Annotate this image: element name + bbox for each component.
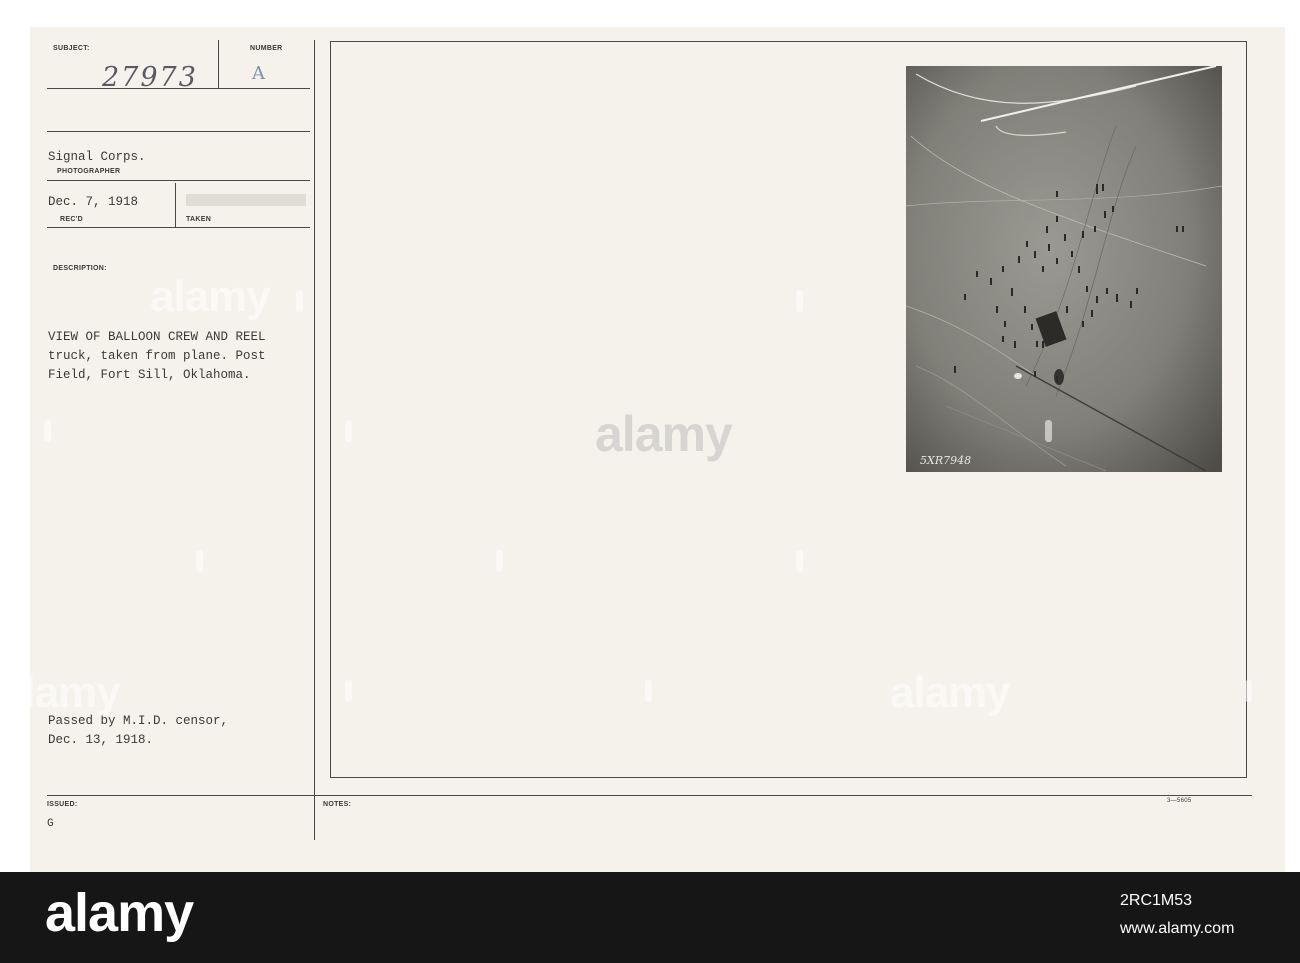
censor-line-2: Dec. 13, 1918. [48,733,154,747]
watermark-mark [796,290,803,312]
issued-label: ISSUED: [47,801,78,808]
photographer-value: Signal Corps. [48,150,146,164]
watermark-mark [796,550,803,572]
watermark-mark [345,420,352,442]
description-line-1: VIEW OF BALLOON CREW AND REEL [48,330,266,344]
notes-label: NOTES: [323,801,352,808]
photographer-label: PHOTOGRAPHER [57,168,121,175]
column-divider [314,40,315,840]
photographer-rule [47,180,310,181]
watermark-logo-bottom-right: alamy [890,668,1011,717]
watermark-mark [196,550,203,572]
footer-site: www.alamy.com [1120,920,1235,937]
watermark-logo-center: alamy [595,406,733,462]
watermark-mark [645,680,652,702]
watermark-mark [1045,420,1052,442]
taken-divider [175,183,176,228]
watermark-mark [296,290,303,312]
footer-image-id: 2RC1M53 [1120,892,1193,909]
issued-value: G [47,818,54,830]
stock-footer-band: alamy 2RC1M53 www.alamy.com [0,872,1300,963]
section-rule [47,131,310,132]
number-label: NUMBER [250,45,283,52]
issued-rule [47,795,1252,796]
subject-divider [218,40,219,88]
description-line-2: truck, taken from plane. Post [48,349,266,363]
taken-stamp-faded [186,194,306,206]
watermark-logo-top-left: alamy [150,272,271,321]
negative-number: 5XR7948 [920,454,971,467]
received-date: Dec. 7, 1918 [48,195,139,209]
subject-label: SUBJECT: [53,45,90,52]
watermark-mark [44,420,51,442]
footer-logo: alamy [45,883,194,943]
dates-rule [47,227,310,228]
number-value: A [252,63,265,84]
aerial-photograph: 5XR7948 [905,65,1223,472]
subject-rule [47,88,310,89]
watermark-mark [496,550,503,572]
description-label: DESCRIPTION: [53,265,107,272]
watermark-mark [345,680,352,702]
form-number: 3—5605 [1167,798,1192,804]
aerial-photo-image: 5XR7948 [905,65,1223,472]
watermark-mark [1245,680,1252,702]
taken-label: TAKEN [186,216,212,223]
watermark-logo-bottom-left: alamy [0,668,121,717]
description-line-3: Field, Fort Sill, Oklahoma. [48,368,251,382]
received-label: REC'D [60,216,83,223]
